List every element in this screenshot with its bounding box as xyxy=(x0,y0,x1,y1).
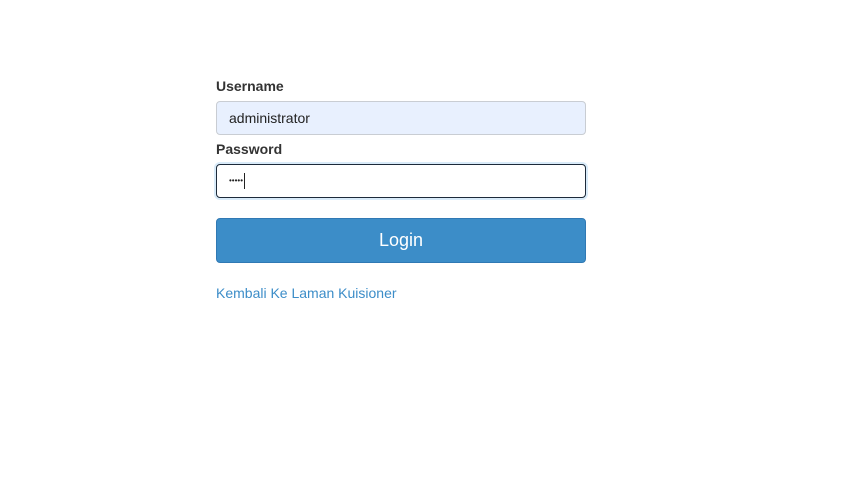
password-label: Password xyxy=(216,141,283,157)
username-input[interactable]: administrator xyxy=(216,101,586,135)
login-button[interactable]: Login xyxy=(216,218,586,263)
login-button-label: Login xyxy=(378,230,424,250)
username-label: Username xyxy=(216,78,284,94)
login-form: Username administrator Password ••••• Lo… xyxy=(216,76,586,303)
username-value: administrator xyxy=(229,110,310,126)
password-input[interactable]: ••••• xyxy=(216,164,586,198)
back-to-questionnaire-link[interactable]: Kembali Ke Laman Kuisioner xyxy=(216,285,397,301)
text-cursor xyxy=(244,173,246,189)
password-value: ••••• xyxy=(229,176,244,185)
